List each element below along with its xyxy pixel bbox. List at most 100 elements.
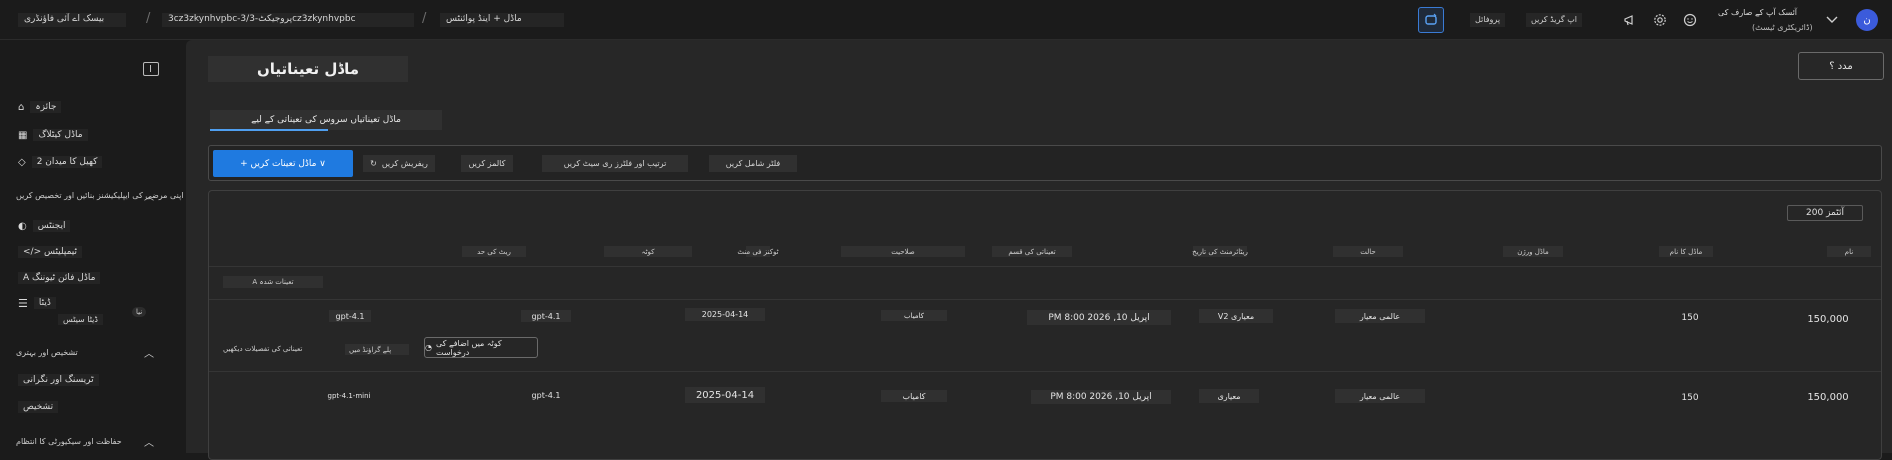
sidebar-item-label: ماڈل کیٹلاگ	[33, 129, 88, 141]
page-title: ماڈل تعیناتیاں	[208, 56, 408, 82]
column-header-tpm[interactable]: ٹوکنز فی منٹ	[737, 246, 779, 257]
view-details-link[interactable]: تعیناتی کی تفصیلات دیکھیں	[223, 343, 323, 354]
top-bar: بیسک اے آئی فاؤنڈری / 3cz3zkynhvpbc-3/پر…	[0, 0, 1892, 40]
column-header-capacity[interactable]: صلاحیت	[841, 246, 965, 257]
add-filter-button[interactable]: فلٹر شامل کریں	[709, 155, 797, 172]
cell-quota: 150	[1681, 393, 1699, 403]
cell-state: کامیاب	[881, 310, 947, 321]
request-quota-button[interactable]: ◔ کوٹہ میں اضافے کی درخواست	[424, 337, 538, 358]
breadcrumb-home[interactable]: بیسک اے آئی فاؤنڈری	[18, 13, 126, 27]
sidebar-item-label: کھیل کا میدان 2	[31, 156, 103, 168]
cell-deployment-name[interactable]: gpt-4.1	[329, 310, 371, 322]
cell-capacity: عالمی معیار	[1335, 389, 1425, 403]
quota-icon: ◔	[425, 343, 432, 352]
megaphone-icon[interactable]	[1620, 10, 1640, 30]
cell-retirement: PM 8:00 2026 ,10 اپریل	[1027, 310, 1171, 325]
column-header-name[interactable]: نام	[1827, 246, 1871, 257]
profile-button[interactable]: پروفائل	[1470, 13, 1506, 27]
group-header[interactable]: A تعینات شدہ	[223, 276, 323, 288]
sidebar-item-tracing[interactable]: ٹریسنگ اور نگرانی	[18, 372, 99, 388]
request-quota-label: کوٹہ میں اضافے کی درخواست	[435, 338, 502, 357]
playground-icon: ◇	[18, 156, 26, 168]
chevron-up-icon[interactable]: ︿	[144, 434, 154, 449]
section-protect: حفاظت اور سیکیورٹی کا انتظام	[16, 437, 122, 446]
cell-version: 2025-04-14	[685, 387, 765, 403]
deployments-table: 200 آئٹمز نام ماڈل کا نام ماڈل ورژن حالت…	[208, 190, 1882, 460]
row-divider	[209, 299, 1881, 300]
copilot-button[interactable]	[1418, 7, 1444, 33]
sidebar-item-datasets[interactable]: ڈیٹا سیٹس	[58, 311, 103, 327]
breadcrumb-separator: /	[422, 11, 427, 26]
sidebar-item-fine-tuning[interactable]: A ماڈل فائن ٹیوننگ	[18, 270, 101, 286]
row-divider	[209, 266, 1881, 267]
tab-deployments[interactable]: ماڈل تعیناتیاں سروس کی تعیناتی کے لیے	[210, 110, 442, 130]
refresh-label: ریفریش کریں	[381, 159, 428, 168]
data-icon: ☰	[18, 296, 28, 310]
cell-type: معیاری	[1199, 389, 1259, 403]
collapse-sidebar-icon[interactable]	[143, 62, 159, 76]
cell-model: gpt-4.1	[521, 310, 571, 322]
sidebar-item-catalog[interactable]: ▦ ماڈل کیٹلاگ	[18, 127, 88, 143]
column-header-retirement[interactable]: ریٹائرمنٹ کی تاریخ	[1192, 246, 1248, 257]
chevron-up-icon[interactable]: ︿	[144, 345, 154, 360]
catalog-icon: ▦	[18, 129, 28, 141]
column-header-quota[interactable]: کوٹہ	[604, 246, 692, 257]
sidebar-item-label: ڈیٹا	[33, 297, 56, 309]
sidebar-item-evaluation[interactable]: تشخیص	[18, 399, 59, 415]
upgrade-button[interactable]: اپ گریڈ کریں	[1526, 13, 1583, 27]
deploy-model-button[interactable]: + ماڈل تعینات کریں ∨	[213, 150, 353, 177]
breadcrumb-project[interactable]: 3cz3zkynhvpbc-3/پروجیکٹ-3cz3zkynhvpbc	[162, 13, 414, 27]
smiley-icon[interactable]	[1680, 10, 1700, 30]
column-header-state[interactable]: حالت	[1333, 246, 1403, 257]
open-playground-link[interactable]: پلے گراؤنڈ میں	[345, 344, 409, 355]
column-header-type[interactable]: تعیناتی کی قسم	[992, 246, 1072, 257]
breadcrumb-separator: /	[146, 11, 151, 26]
cell-type: V2 معیاری	[1199, 309, 1273, 323]
refresh-icon: ↻	[370, 159, 377, 168]
cell-model: gpt-4.1	[531, 390, 561, 400]
cell-quota: 150	[1681, 313, 1699, 323]
sidebar-item-label: </> ٹیمپلیٹس	[18, 246, 83, 258]
refresh-button[interactable]: ↻ ریفریش کریں	[363, 155, 435, 172]
reset-button[interactable]: ترتیب اور فلٹرز ری سیٹ کریں	[542, 155, 688, 172]
sidebar-item-label: تشخیص	[18, 401, 59, 413]
agents-icon: ◐	[18, 220, 27, 232]
help-button[interactable]: مدد ؟	[1798, 52, 1884, 80]
user-name: آئسک آپ کے صارف کی	[1718, 8, 1798, 17]
cell-version: 2025-04-14	[685, 308, 765, 321]
sidebar-item-agents[interactable]: ◐ ایجنٹس	[18, 218, 71, 234]
sidebar: ⌂ جائزہ ▦ ماڈل کیٹلاگ ◇ کھیل کا میدان 2 …	[0, 40, 186, 453]
tab-underline	[210, 129, 328, 131]
cell-name: 150,000	[1807, 391, 1849, 403]
sidebar-item-playground[interactable]: ◇ کھیل کا میدان 2	[18, 154, 103, 170]
cell-retirement: PM 8:00 2026 ,10 اپریل	[1031, 390, 1171, 404]
items-per-page-dropdown[interactable]: 200 آئٹمز	[1787, 205, 1863, 221]
column-header-model[interactable]: ماڈل کا نام	[1659, 246, 1713, 257]
columns-button[interactable]: کالمز کریں	[461, 155, 513, 172]
main-content: ماڈل تعیناتیاں مدد ؟ ماڈل تعیناتیاں سروس…	[186, 40, 1892, 460]
row-divider	[209, 371, 1881, 372]
sidebar-item-label: ڈیٹا سیٹس	[58, 313, 103, 325]
chevron-up-icon[interactable]: ︿	[144, 188, 154, 203]
column-header-rate[interactable]: ریٹ کی حد	[462, 246, 526, 257]
sidebar-item-label: جائزہ	[30, 101, 62, 113]
column-header-version[interactable]: ماڈل ورژن	[1503, 246, 1563, 257]
copilot-icon	[1425, 13, 1437, 25]
sidebar-item-data[interactable]: ☰ ڈیٹا	[18, 295, 56, 311]
breadcrumb-models[interactable]: ماڈل + اینڈ پوائنٹس	[440, 13, 564, 27]
chevron-down-icon[interactable]	[1822, 10, 1842, 30]
sidebar-item-templates[interactable]: </> ٹیمپلیٹس	[18, 244, 83, 260]
sidebar-item-label: ایجنٹس	[32, 220, 71, 232]
section-build: اپنی مرضی کی ایپلیکیشنز بنائیں اور تخصیص…	[16, 191, 184, 200]
sidebar-item-label: A ماڈل فائن ٹیوننگ	[18, 272, 101, 284]
sidebar-item-label: ٹریسنگ اور نگرانی	[18, 374, 99, 386]
cell-capacity: عالمی معیار	[1335, 309, 1425, 323]
cell-deployment-name[interactable]: gpt-4.1-mini	[321, 390, 377, 402]
home-icon: ⌂	[18, 101, 25, 113]
toolbar: + ماڈل تعینات کریں ∨ ↻ ریفریش کریں کالمز…	[208, 145, 1882, 181]
avatar[interactable]: ن	[1856, 9, 1878, 31]
user-org: (ڈائریکٹری ٹیسٹ)	[1752, 23, 1813, 32]
new-badge: نیا	[132, 307, 147, 317]
sidebar-item-overview[interactable]: ⌂ جائزہ	[18, 99, 62, 115]
gear-icon[interactable]	[1650, 10, 1670, 30]
